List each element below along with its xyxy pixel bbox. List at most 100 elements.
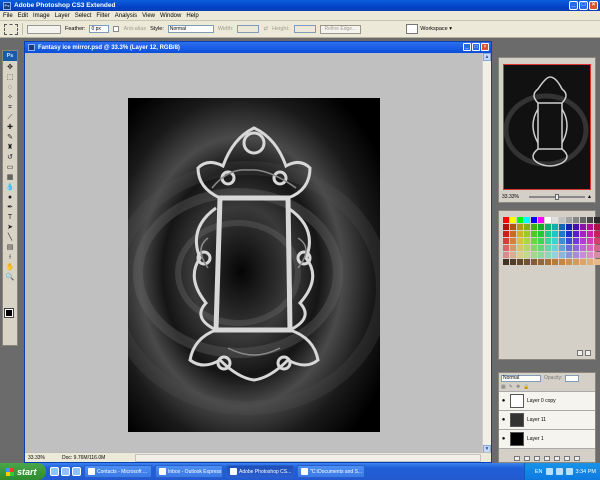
- swatch-color[interactable]: [573, 231, 579, 237]
- history-brush-tool-icon[interactable]: ↺: [5, 153, 16, 162]
- taskbar-item-contacts[interactable]: Contacts - Microsoft ...: [84, 465, 152, 478]
- start-button[interactable]: start: [0, 463, 46, 480]
- width-input[interactable]: [237, 25, 260, 33]
- path-selection-tool-icon[interactable]: ➤: [5, 223, 16, 232]
- swatch-color[interactable]: [517, 259, 523, 265]
- swatch-color[interactable]: [587, 245, 593, 251]
- swatch-color[interactable]: [559, 259, 565, 265]
- swatch-color[interactable]: [517, 252, 523, 258]
- new-swatch-icon[interactable]: [577, 350, 583, 356]
- swatch-color[interactable]: [524, 245, 530, 251]
- swatch-color[interactable]: [594, 238, 600, 244]
- swatch-color[interactable]: [545, 238, 551, 244]
- scroll-up-icon[interactable]: ▲: [483, 53, 491, 61]
- swatch-color[interactable]: [559, 245, 565, 251]
- swatch-color[interactable]: [524, 252, 530, 258]
- swatch-color[interactable]: [524, 259, 530, 265]
- swatch-color[interactable]: [510, 224, 516, 230]
- doc-close-button[interactable]: ×: [481, 43, 489, 51]
- swatch-color[interactable]: [503, 238, 509, 244]
- navigator-thumbnail[interactable]: [503, 64, 591, 190]
- slice-tool-icon[interactable]: ⟋: [5, 113, 16, 122]
- delete-swatch-icon[interactable]: [585, 350, 591, 356]
- bridge-icon[interactable]: [406, 24, 418, 34]
- opacity-input[interactable]: [565, 374, 580, 382]
- swatch-color[interactable]: [587, 224, 593, 230]
- swatch-color[interactable]: [538, 259, 544, 265]
- swatch-color[interactable]: [566, 224, 572, 230]
- close-button[interactable]: ×: [589, 1, 598, 10]
- artwork-image[interactable]: [128, 98, 380, 432]
- adjustment-layer-icon[interactable]: [544, 455, 550, 461]
- maximize-button[interactable]: □: [579, 1, 588, 10]
- tray-volume-icon[interactable]: [555, 468, 563, 475]
- swatch-color[interactable]: [538, 224, 544, 230]
- feather-input[interactable]: 0 px: [89, 25, 110, 33]
- visibility-eye-icon[interactable]: ●: [500, 398, 507, 405]
- antialias-checkbox[interactable]: [113, 26, 120, 32]
- swatch-color[interactable]: [510, 231, 516, 237]
- taskbar-item-inbox[interactable]: Inbox - Outlook Express: [155, 465, 223, 478]
- quick-launch-media-icon[interactable]: [72, 467, 81, 476]
- swatch-color[interactable]: [545, 224, 551, 230]
- swatch-color[interactable]: [559, 224, 565, 230]
- swatch-color[interactable]: [517, 238, 523, 244]
- navigator-zoom-slider-handle[interactable]: [555, 194, 559, 200]
- swatch-color[interactable]: [510, 245, 516, 251]
- swatch-color[interactable]: [580, 217, 586, 223]
- doc-minimize-button[interactable]: _: [463, 43, 471, 51]
- minimize-button[interactable]: _: [569, 1, 578, 10]
- swatch-color[interactable]: [573, 252, 579, 258]
- menu-help[interactable]: Help: [186, 13, 198, 19]
- swatch-color[interactable]: [552, 252, 558, 258]
- swatch-color[interactable]: [587, 259, 593, 265]
- dodge-tool-icon[interactable]: ●: [5, 193, 16, 202]
- delete-layer-icon[interactable]: [574, 455, 580, 461]
- menu-select[interactable]: Select: [75, 13, 92, 19]
- height-input[interactable]: [293, 25, 316, 33]
- swatch-color[interactable]: [552, 245, 558, 251]
- workspace-button[interactable]: Workspace ▾: [420, 24, 452, 34]
- swatch-color[interactable]: [545, 245, 551, 251]
- visibility-eye-icon[interactable]: ●: [500, 436, 507, 443]
- healing-brush-tool-icon[interactable]: ✚: [5, 123, 16, 132]
- zoom-in-icon[interactable]: ▲: [587, 194, 592, 200]
- menu-edit[interactable]: Edit: [18, 13, 28, 19]
- blur-tool-icon[interactable]: 💧: [5, 183, 16, 192]
- swatch-color[interactable]: [545, 217, 551, 223]
- swatch-color[interactable]: [545, 231, 551, 237]
- menu-view[interactable]: View: [142, 13, 155, 19]
- swatch-color[interactable]: [510, 217, 516, 223]
- swatch-color[interactable]: [531, 238, 537, 244]
- swatch-color[interactable]: [552, 238, 558, 244]
- style-select[interactable]: Normal: [167, 25, 214, 33]
- swatch-color[interactable]: [538, 238, 544, 244]
- lock-transparent-icon[interactable]: ▦: [501, 384, 506, 390]
- swatch-color[interactable]: [538, 231, 544, 237]
- swatch-color[interactable]: [503, 231, 509, 237]
- swatch-color[interactable]: [538, 252, 544, 258]
- language-indicator[interactable]: EN: [535, 469, 543, 475]
- swatch-color[interactable]: [503, 259, 509, 265]
- layer-mask-icon[interactable]: [534, 455, 540, 461]
- swatch-color[interactable]: [566, 245, 572, 251]
- swatch-color[interactable]: [510, 238, 516, 244]
- swatch-color[interactable]: [580, 238, 586, 244]
- swatch-color[interactable]: [580, 245, 586, 251]
- swatch-color[interactable]: [531, 224, 537, 230]
- quick-launch-ie-icon[interactable]: [50, 467, 59, 476]
- swatch-color[interactable]: [566, 238, 572, 244]
- document-title-bar[interactable]: Fantasy ice mirror.psd @ 33.3% (Layer 12…: [25, 42, 491, 53]
- swatch-color[interactable]: [573, 224, 579, 230]
- menu-layer[interactable]: Layer: [55, 13, 70, 19]
- swatch-color[interactable]: [503, 224, 509, 230]
- selection-mode-icons[interactable]: [27, 24, 61, 34]
- foreground-color-swatch[interactable]: [4, 308, 14, 318]
- lock-all-icon[interactable]: 🔒: [523, 384, 529, 390]
- marquee-tool-preset-icon[interactable]: [4, 23, 18, 35]
- swatch-color[interactable]: [573, 238, 579, 244]
- swatch-color[interactable]: [503, 252, 509, 258]
- refine-edge-button[interactable]: Refine Edge...: [319, 24, 362, 34]
- layer-row[interactable]: ● Layer 0 copy: [499, 392, 595, 411]
- move-tool-icon[interactable]: ✥: [5, 63, 16, 72]
